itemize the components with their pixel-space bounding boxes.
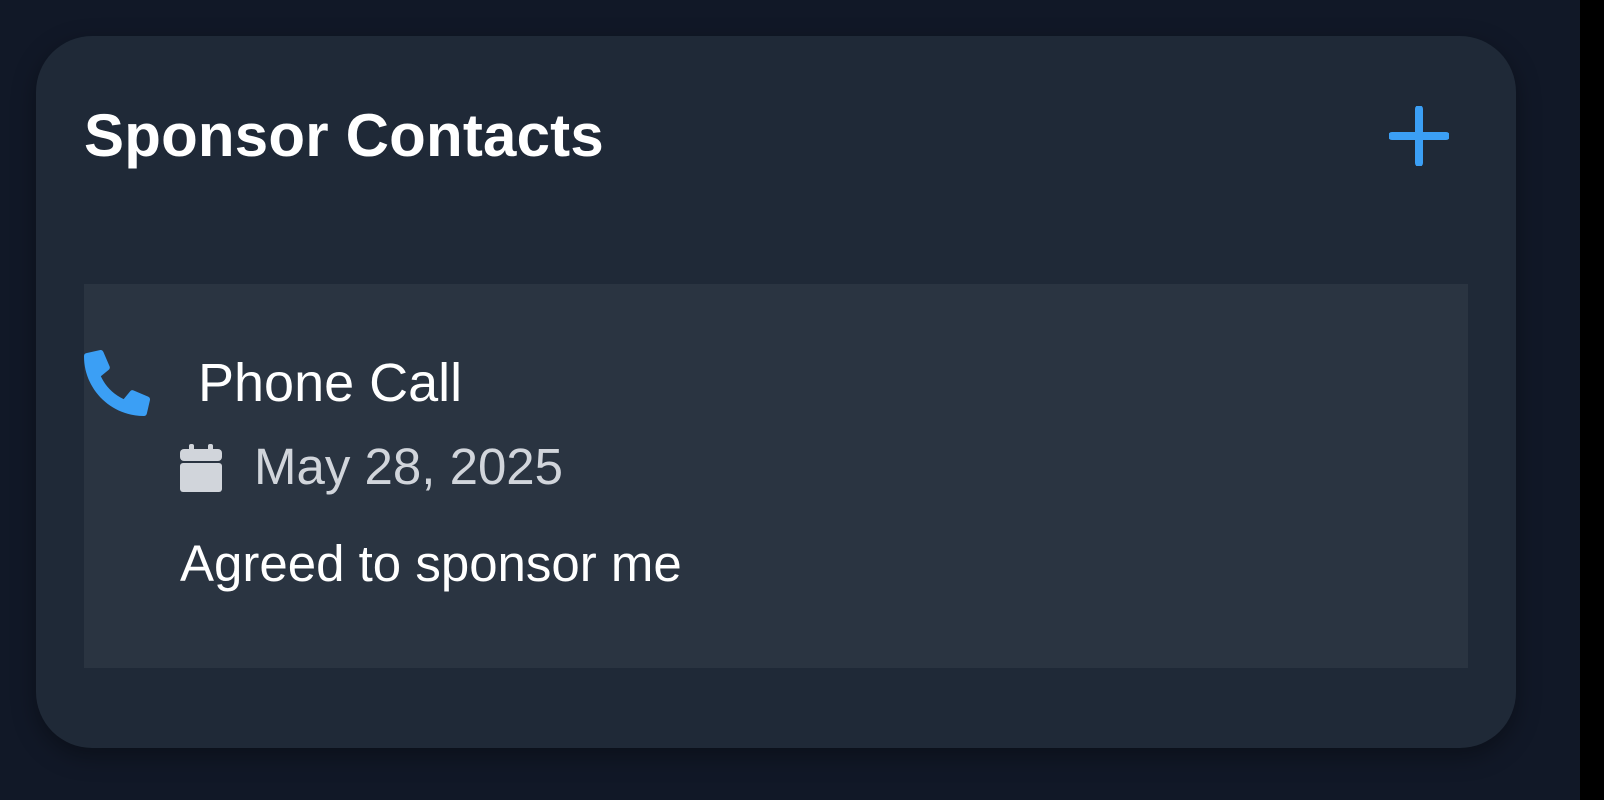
plus-icon xyxy=(1389,106,1449,166)
card-title: Sponsor Contacts xyxy=(84,102,604,169)
contact-note: Agreed to sponsor me xyxy=(180,535,682,592)
contact-date: May 28, 2025 xyxy=(254,438,564,495)
contact-type: Phone Call xyxy=(198,353,463,413)
window-edge xyxy=(1580,0,1604,800)
contact-list-item[interactable]: Phone Call May 28, 2025 Agreed to sponso… xyxy=(84,284,1468,668)
calendar-icon xyxy=(180,444,222,492)
sponsor-contacts-card: Sponsor Contacts Phone Call May 28, 2025… xyxy=(36,36,1516,748)
add-contact-button[interactable] xyxy=(1385,102,1453,170)
phone-icon xyxy=(84,350,150,416)
